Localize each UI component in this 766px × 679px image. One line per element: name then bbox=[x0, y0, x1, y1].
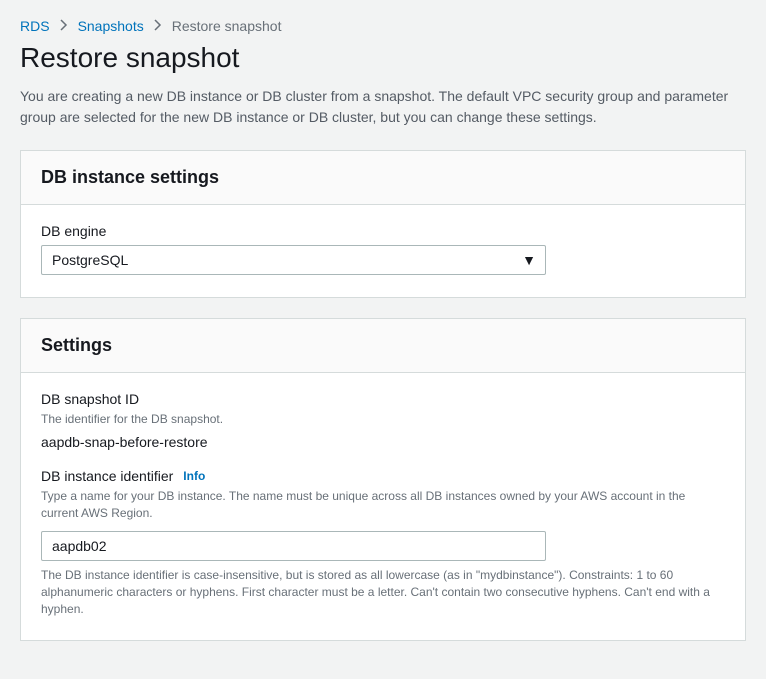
breadcrumb-link-snapshots[interactable]: Snapshots bbox=[78, 18, 144, 34]
page-description: You are creating a new DB instance or DB… bbox=[20, 86, 746, 128]
panel-title: Settings bbox=[41, 335, 725, 356]
chevron-right-icon bbox=[154, 19, 162, 34]
db-snapshot-id-hint: The identifier for the DB snapshot. bbox=[41, 411, 725, 428]
db-engine-field: DB engine PostgreSQL ▼ bbox=[41, 223, 725, 275]
panel-body: DB engine PostgreSQL ▼ bbox=[21, 205, 745, 297]
panel-body: DB snapshot ID The identifier for the DB… bbox=[21, 373, 745, 640]
db-snapshot-id-label: DB snapshot ID bbox=[41, 391, 725, 407]
db-instance-identifier-label-text: DB instance identifier bbox=[41, 468, 173, 484]
db-instance-identifier-hint: Type a name for your DB instance. The na… bbox=[41, 488, 725, 522]
settings-panel: Settings DB snapshot ID The identifier f… bbox=[20, 318, 746, 641]
panel-title: DB instance settings bbox=[41, 167, 725, 188]
db-snapshot-id-field: DB snapshot ID The identifier for the DB… bbox=[41, 391, 725, 450]
breadcrumb: RDS Snapshots Restore snapshot bbox=[20, 18, 746, 34]
breadcrumb-current: Restore snapshot bbox=[172, 18, 282, 34]
breadcrumb-link-rds[interactable]: RDS bbox=[20, 18, 50, 34]
db-engine-label: DB engine bbox=[41, 223, 725, 239]
panel-header: DB instance settings bbox=[21, 151, 745, 205]
chevron-right-icon bbox=[60, 19, 68, 34]
db-engine-select-wrap: PostgreSQL ▼ bbox=[41, 245, 546, 275]
info-link[interactable]: Info bbox=[183, 469, 205, 483]
db-instance-identifier-label: DB instance identifier Info bbox=[41, 468, 725, 484]
db-engine-select[interactable]: PostgreSQL bbox=[41, 245, 546, 275]
db-instance-identifier-input[interactable] bbox=[41, 531, 546, 561]
db-instance-settings-panel: DB instance settings DB engine PostgreSQ… bbox=[20, 150, 746, 298]
panel-header: Settings bbox=[21, 319, 745, 373]
db-snapshot-id-value: aapdb-snap-before-restore bbox=[41, 434, 725, 450]
page-title: Restore snapshot bbox=[20, 42, 746, 74]
db-instance-identifier-constraints: The DB instance identifier is case-insen… bbox=[41, 567, 725, 617]
db-instance-identifier-field: DB instance identifier Info Type a name … bbox=[41, 468, 725, 618]
